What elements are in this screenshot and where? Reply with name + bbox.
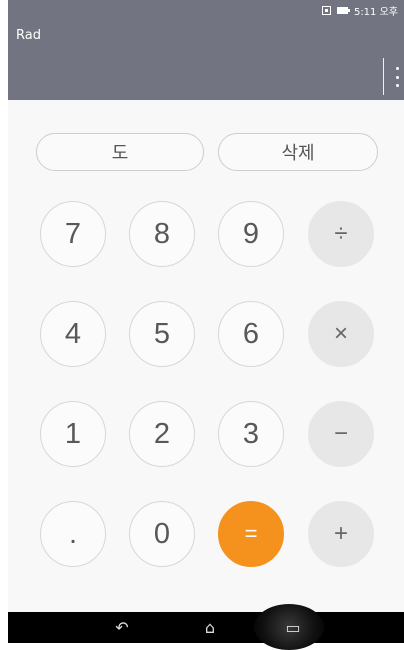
- key-6[interactable]: 6: [218, 301, 284, 367]
- more-vert-icon[interactable]: [394, 67, 400, 87]
- status-bar: 5:11 오후: [8, 0, 404, 20]
- back-icon[interactable]: ↶: [110, 616, 134, 638]
- key-8[interactable]: 8: [129, 201, 195, 267]
- equals-button[interactable]: =: [218, 501, 284, 567]
- key-5[interactable]: 5: [129, 301, 195, 367]
- system-nav-bar: ↶ ⌂ ▭: [8, 604, 404, 650]
- decimal-point-button[interactable]: .: [40, 501, 106, 567]
- display-divider: [383, 58, 384, 95]
- status-icons: 5:11 오후: [321, 3, 398, 18]
- notification-icon: [321, 6, 331, 15]
- key-7[interactable]: 7: [40, 201, 106, 267]
- key-1[interactable]: 1: [40, 401, 106, 467]
- key-0[interactable]: 0: [129, 501, 195, 567]
- home-icon[interactable]: ⌂: [198, 616, 222, 638]
- status-time: 5:11 오후: [353, 7, 398, 18]
- key-9[interactable]: 9: [218, 201, 284, 267]
- subtract-button[interactable]: −: [308, 401, 374, 467]
- multiply-button[interactable]: ×: [308, 301, 374, 367]
- divide-button[interactable]: ÷: [308, 201, 374, 267]
- delete-button[interactable]: 삭제: [218, 133, 378, 171]
- angle-mode-label: Rad: [16, 28, 41, 43]
- calculator-display: Rad: [8, 20, 404, 100]
- key-3[interactable]: 3: [218, 401, 284, 467]
- degree-toggle-button[interactable]: 도: [36, 133, 204, 171]
- recents-icon[interactable]: ▭: [281, 616, 305, 638]
- add-button[interactable]: +: [308, 501, 374, 567]
- keypad: 도 삭제 7 8 9 ÷ 4 5 6 × 1 2 3 − . 0 = +: [8, 100, 404, 612]
- key-4[interactable]: 4: [40, 301, 106, 367]
- key-2[interactable]: 2: [129, 401, 195, 467]
- battery-icon: [336, 7, 350, 14]
